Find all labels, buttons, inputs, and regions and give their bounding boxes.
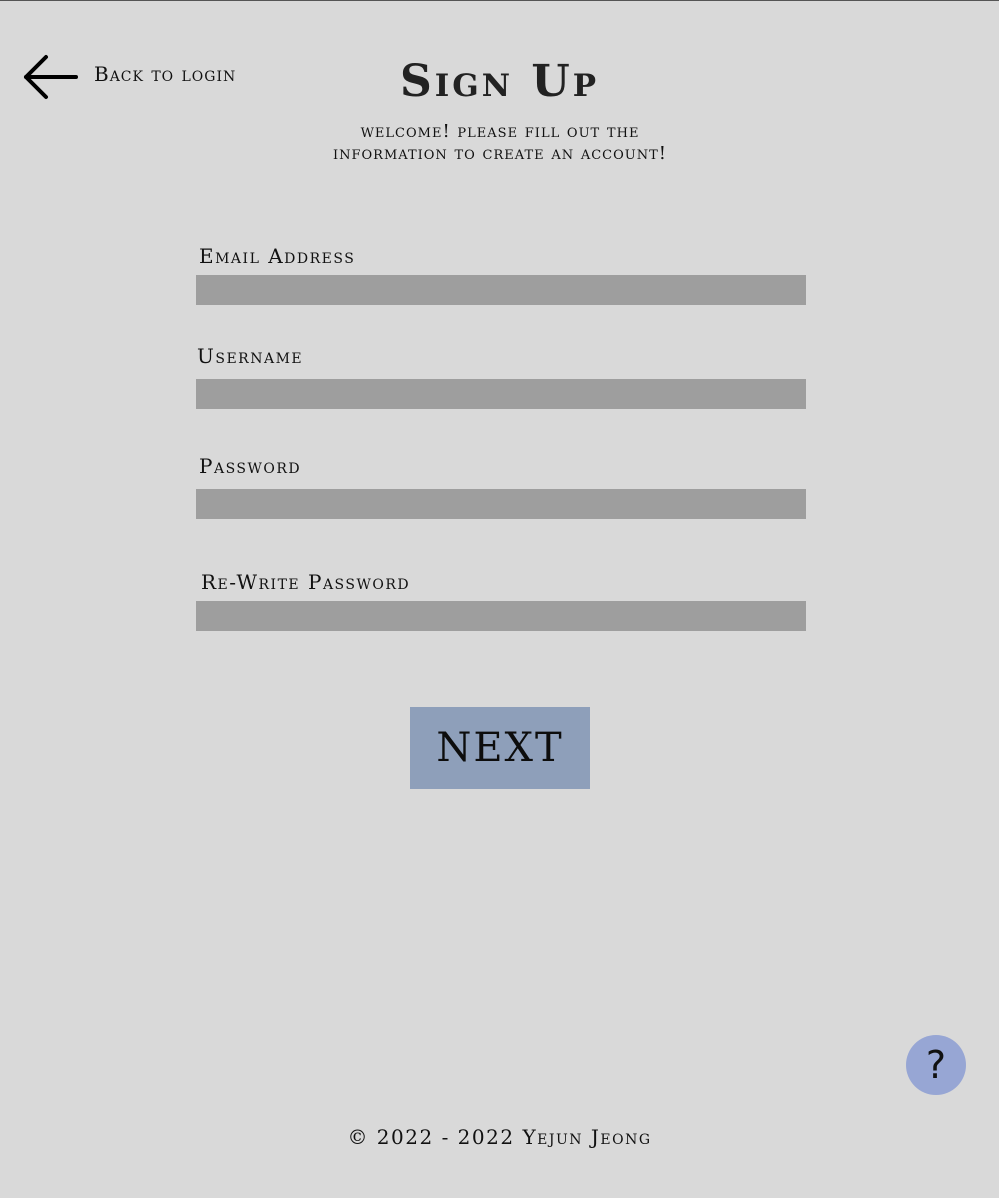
footer-copyright: © 2022 - 2022 Yejun Jeong [347, 1125, 652, 1149]
password-field[interactable] [196, 489, 806, 519]
top-rule [0, 0, 999, 1]
page-title: Sign Up [399, 56, 600, 107]
username-field[interactable] [196, 379, 806, 409]
welcome-message: welcome! please fill out the information… [332, 121, 668, 164]
email-field[interactable] [196, 275, 806, 305]
rewrite-password-field[interactable] [196, 601, 806, 631]
email-label: Email Address [199, 244, 356, 268]
next-button[interactable]: NEXT [410, 707, 590, 789]
help-button[interactable]: ? [906, 1035, 966, 1095]
rewrite-password-label: Re-Write Password [201, 570, 411, 594]
password-label: Password [199, 454, 302, 478]
username-label: Username [197, 344, 304, 368]
